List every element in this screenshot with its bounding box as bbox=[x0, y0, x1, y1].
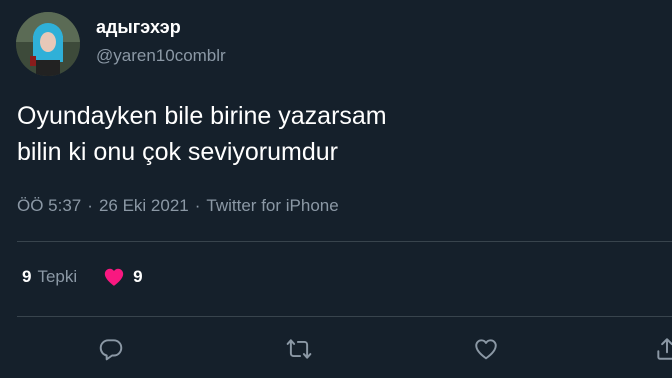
tweet-text-line: Oyundayken bile birine yazarsam bbox=[17, 102, 387, 130]
share-button[interactable] bbox=[652, 334, 672, 364]
tweet-meta: ÖÖ 5:37 · 26 Eki 2021 · Twitter for iPhone bbox=[17, 196, 339, 216]
reply-button[interactable] bbox=[96, 334, 126, 364]
heart-filled-icon bbox=[104, 268, 124, 286]
reply-icon bbox=[99, 339, 123, 361]
meta-separator: · bbox=[194, 196, 201, 215]
reaction-label: Tepki bbox=[37, 267, 78, 286]
tweet-text: Oyundayken bile birine yazarsam bilin ki… bbox=[17, 98, 657, 170]
tweet-stats: 9 Tepki 9 bbox=[22, 266, 143, 288]
like-icon bbox=[475, 339, 497, 360]
avatar-image bbox=[16, 12, 80, 76]
meta-separator: · bbox=[87, 196, 93, 215]
tweet-card: адыгэхэр @yaren10comblr Oyundayken bile … bbox=[0, 0, 672, 378]
tweet-source[interactable]: Twitter for iPhone bbox=[206, 196, 338, 215]
reaction-count: 9 bbox=[22, 267, 32, 286]
retweet-button[interactable] bbox=[284, 334, 314, 364]
like-button[interactable] bbox=[471, 334, 501, 364]
divider bbox=[17, 316, 672, 317]
tweet-date[interactable]: 26 Eki 2021 bbox=[99, 196, 189, 215]
display-name[interactable]: адыгэхэр bbox=[96, 17, 181, 38]
like-stat[interactable]: 9 bbox=[103, 266, 143, 288]
reaction-stat[interactable]: 9 Tepki bbox=[22, 267, 77, 287]
divider bbox=[17, 241, 672, 242]
avatar[interactable] bbox=[16, 12, 80, 76]
tweet-text-line: bilin ki onu çok seviyorumdur bbox=[17, 138, 338, 166]
action-bar bbox=[0, 334, 672, 364]
like-count: 9 bbox=[133, 267, 143, 286]
user-handle[interactable]: @yaren10comblr bbox=[96, 46, 226, 66]
share-icon bbox=[657, 338, 672, 360]
tweet-time[interactable]: ÖÖ 5:37 bbox=[17, 196, 81, 215]
retweet-icon bbox=[286, 339, 312, 359]
